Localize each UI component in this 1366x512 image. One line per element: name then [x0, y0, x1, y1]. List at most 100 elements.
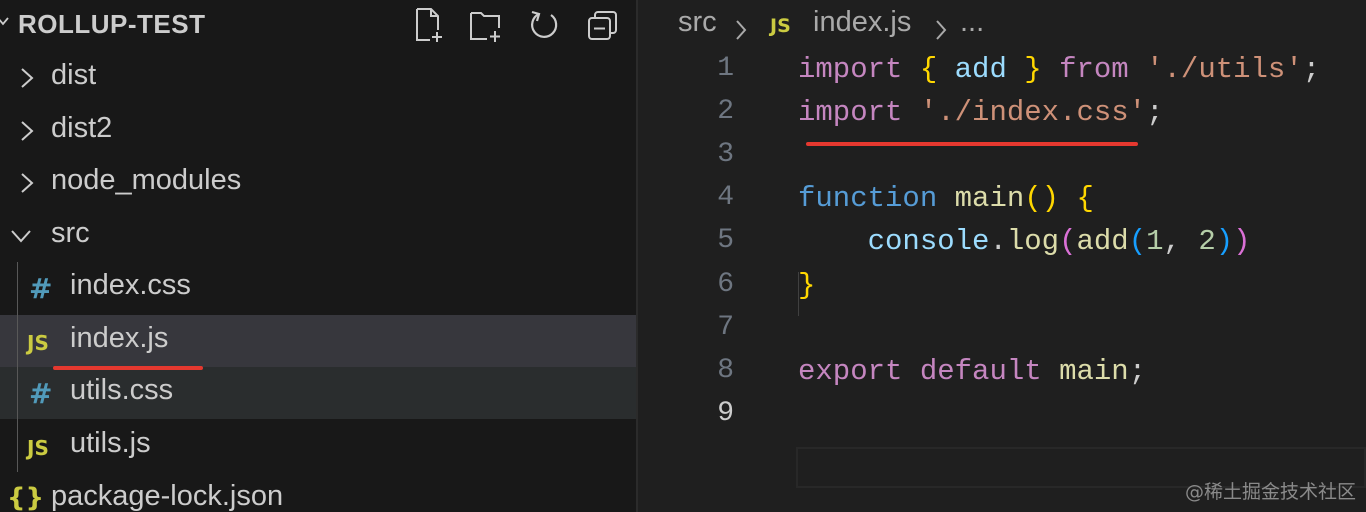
code-token: ( — [1128, 225, 1147, 258]
tree-item-label: package-lock.json — [51, 480, 284, 512]
code-token: add — [954, 53, 1007, 86]
annotation-underline-import — [806, 142, 1138, 146]
code-token: console — [867, 225, 990, 258]
chevron-down-icon — [10, 225, 32, 247]
chevron-right-icon — [16, 67, 38, 89]
code-token: main — [954, 182, 1025, 215]
line-number: 5 — [717, 225, 734, 256]
code-token: () — [1024, 182, 1060, 215]
tree-item-label: dist — [51, 59, 97, 91]
code-line: 2 import './index.css'; — [638, 93, 1366, 136]
code-token: from — [1059, 53, 1129, 86]
js-file-icon: JS — [770, 15, 791, 37]
tree-item-label: utils.css — [70, 374, 174, 406]
tree-folder-dist[interactable]: dist — [0, 52, 636, 104]
refresh-icon[interactable] — [527, 6, 561, 44]
code-text: export default main; — [798, 355, 1146, 388]
code-text: console.log(add(1, 2)) — [798, 225, 1251, 258]
tree-item-label: src — [51, 217, 90, 249]
code-token: export — [798, 355, 903, 388]
code-token: './utils' — [1146, 53, 1303, 86]
new-folder-icon[interactable] — [469, 6, 503, 44]
breadcrumb-more[interactable]: ... — [960, 6, 984, 39]
tree-folder-node-modules[interactable]: node_modules — [0, 157, 636, 209]
code-text: import './index.css'; — [798, 96, 1163, 129]
code-token: ; — [1302, 53, 1321, 86]
js-file-icon: JS — [27, 331, 49, 355]
line-number: 2 — [717, 96, 734, 127]
code-token: import — [798, 53, 903, 86]
chevron-down-icon[interactable] — [0, 14, 10, 28]
tree-file-index-js[interactable]: JS index.js — [0, 315, 636, 367]
chevron-right-icon — [16, 172, 38, 194]
code-token: ; — [1146, 96, 1164, 129]
tree-item-label: utils.js — [70, 427, 151, 459]
tree-item-label: index.css — [70, 269, 191, 301]
code-token: } — [1024, 53, 1042, 86]
chevron-right-icon — [16, 120, 38, 142]
tree-item-label: index.js — [70, 322, 169, 354]
js-file-icon: JS — [27, 436, 49, 460]
code-line: 4 function main() { — [638, 179, 1366, 222]
code-line: 1 import { add } from './utils'; — [638, 50, 1366, 93]
code-token: 1 — [1146, 225, 1164, 258]
editor-pane: src JS index.js ... 1 import { add } fro… — [638, 0, 1366, 512]
code-token: , — [1163, 225, 1199, 258]
code-token: log — [1006, 225, 1060, 258]
indent-guide — [17, 262, 18, 472]
code-token: . — [989, 225, 1007, 258]
new-file-icon[interactable] — [412, 6, 446, 44]
code-token: ) — [1233, 225, 1251, 258]
tree-file-utils-css[interactable]: # utils.css — [0, 367, 636, 419]
code-text: function main() { — [798, 182, 1094, 215]
explorer-header[interactable]: ROLLUP-TEST — [0, 0, 636, 50]
code-token: { — [919, 53, 938, 86]
breadcrumb-file[interactable]: index.js — [813, 6, 911, 39]
code-token: import — [798, 96, 903, 129]
code-line: 8 export default main; — [638, 352, 1366, 395]
code-area[interactable]: 1 import { add } from './utils'; 2 impor… — [638, 50, 1366, 512]
line-number: 4 — [717, 182, 734, 213]
line-number: 6 — [717, 269, 734, 300]
tree-item-label: dist2 — [51, 112, 113, 144]
code-line: 7 — [638, 309, 1366, 352]
watermark: @稀土掘金技术社区 — [1184, 481, 1356, 503]
line-number: 8 — [717, 355, 734, 386]
code-token: add — [1076, 225, 1129, 258]
tree-folder-src[interactable]: src — [0, 210, 636, 262]
line-number: 1 — [717, 53, 734, 84]
annotation-underline-sidebar — [53, 366, 203, 370]
explorer-title: ROLLUP-TEST — [18, 9, 206, 39]
code-token: './index.css' — [919, 96, 1147, 129]
tree-file-package-lock-json[interactable]: {} package-lock.json — [0, 473, 636, 512]
code-line: 9 — [638, 395, 1366, 438]
breadcrumb-folder[interactable]: src — [678, 6, 717, 39]
line-number: 9 — [717, 398, 734, 429]
css-file-icon: # — [29, 272, 53, 305]
tree-item-label: node_modules — [51, 164, 242, 196]
code-text: import { add } from './utils'; — [798, 53, 1320, 86]
css-file-icon: # — [29, 377, 53, 410]
tree-file-index-css[interactable]: # index.css — [0, 262, 636, 314]
code-token: ; — [1128, 355, 1147, 388]
code-token: function — [798, 182, 938, 215]
code-token: main — [1059, 355, 1129, 388]
code-token: 2 — [1198, 225, 1216, 258]
code-text: } — [798, 269, 815, 302]
collapse-all-icon[interactable] — [586, 6, 620, 44]
line-number: 3 — [717, 139, 734, 170]
code-token: } — [798, 269, 816, 302]
tree-folder-dist2[interactable]: dist2 — [0, 105, 636, 157]
tree-file-utils-js[interactable]: JS utils.js — [0, 420, 636, 472]
code-token: { — [1076, 182, 1094, 215]
